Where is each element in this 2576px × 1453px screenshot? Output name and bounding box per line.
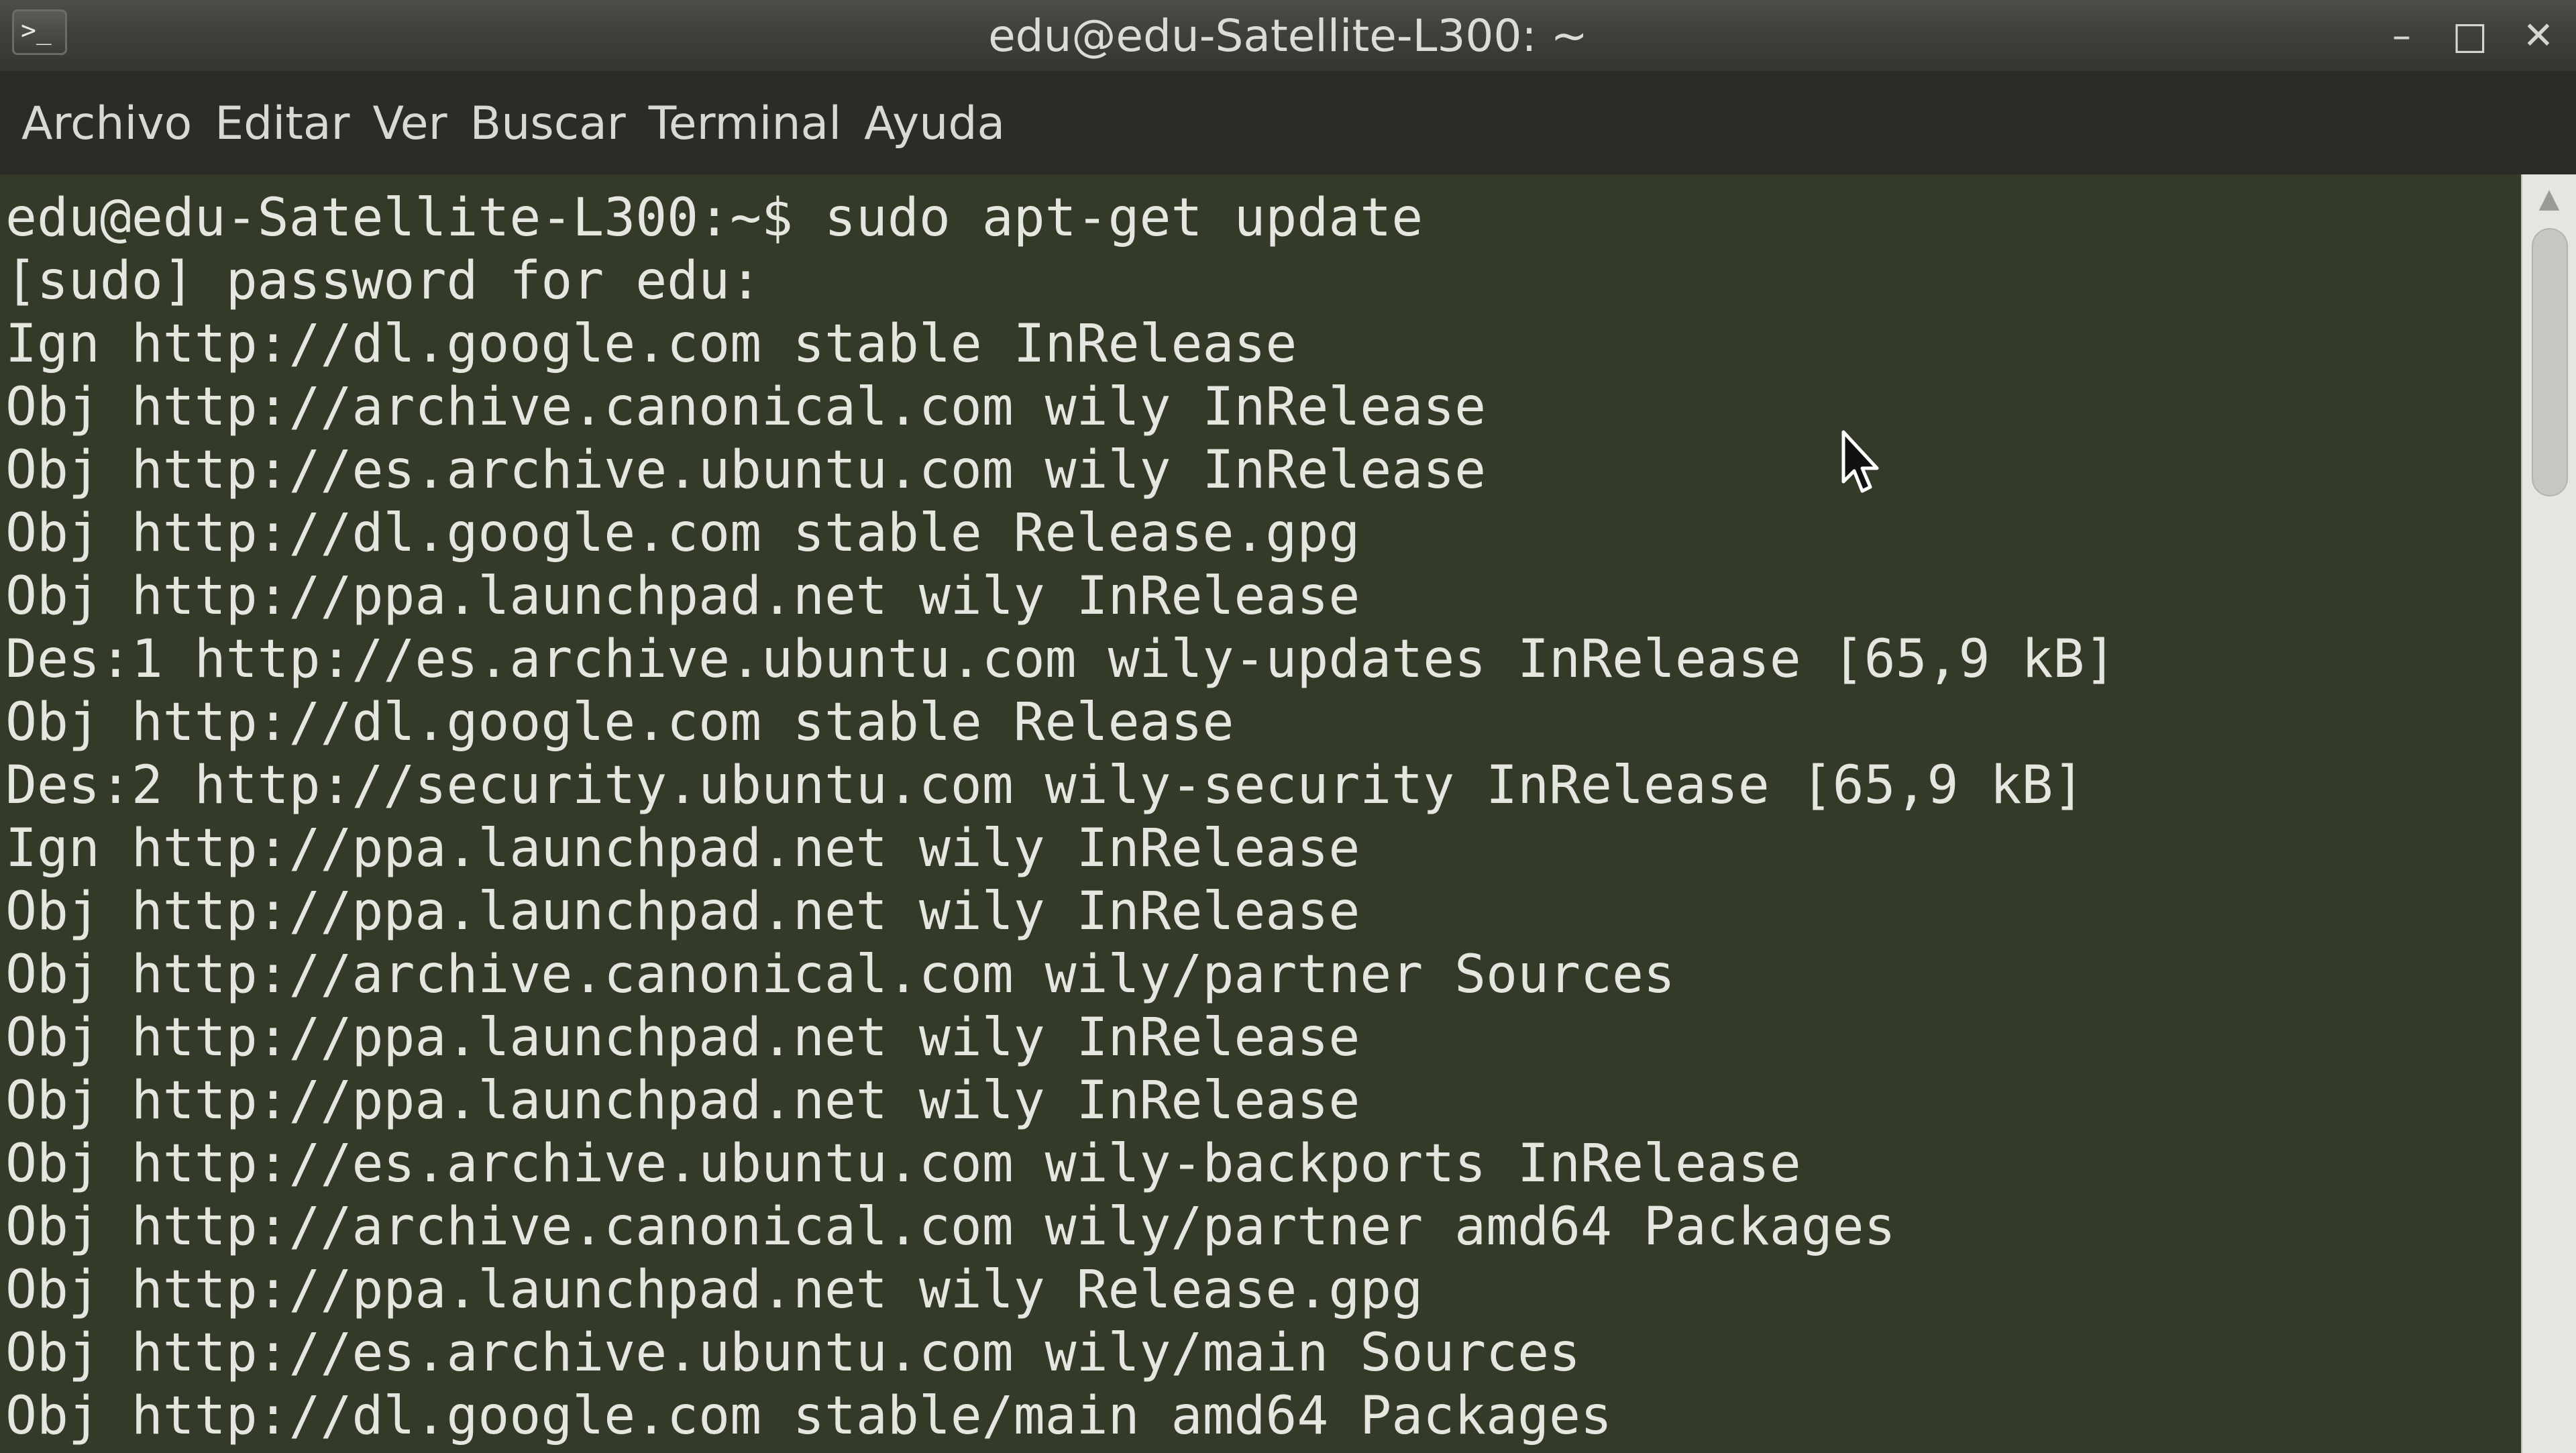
terminal-line: Des:1 http://es.archive.ubuntu.com wily-… [5, 629, 2116, 690]
title-bar[interactable]: >_ edu@edu-Satellite-L300: ~ – □ ✕ [0, 0, 2576, 72]
scrollbar-thumb[interactable] [2532, 228, 2568, 496]
terminal-line: Obj http://es.archive.ubuntu.com wily/ma… [5, 1323, 1580, 1383]
menu-editar[interactable]: Editar [215, 97, 350, 150]
terminal-line: Obj http://ppa.launchpad.net wily InRele… [5, 566, 1360, 627]
terminal-line: edu@edu-Satellite-L300:~$ sudo apt-get u… [5, 188, 1424, 248]
window-title: edu@edu-Satellite-L300: ~ [988, 10, 1588, 62]
terminal-line: Obj http://dl.google.com stable Release.… [5, 503, 1360, 563]
terminal-line: Obj http://es.archive.ubuntu.com wily-ba… [5, 1134, 1801, 1194]
close-icon[interactable]: ✕ [2517, 13, 2560, 59]
menu-ayuda[interactable]: Ayuda [864, 97, 1005, 150]
terminal-line: Obj http://dl.google.com stable/main amd… [5, 1386, 1612, 1446]
menu-buscar[interactable]: Buscar [470, 97, 626, 150]
terminal-line: Obj http://dl.google.com stable Release [5, 692, 1234, 753]
menu-ver[interactable]: Ver [373, 97, 447, 150]
terminal-line: Obj http://ppa.launchpad.net wily Releas… [5, 1260, 1424, 1320]
terminal-line: Ign http://ppa.launchpad.net wily InRele… [5, 818, 1360, 879]
terminal-output[interactable]: edu@edu-Satellite-L300:~$ sudo apt-get u… [0, 174, 2521, 1453]
window-controls: – □ ✕ [2380, 13, 2560, 59]
terminal-line: Ign http://dl.google.com stable InReleas… [5, 314, 1297, 374]
terminal-window: >_ edu@edu-Satellite-L300: ~ – □ ✕ Archi… [0, 0, 2576, 1453]
menu-terminal[interactable]: Terminal [649, 97, 841, 150]
terminal-line: Obj http://ppa.launchpad.net wily InRele… [5, 881, 1360, 942]
terminal-line: Obj http://archive.canonical.com wily In… [5, 377, 1487, 437]
menu-bar: Archivo Editar Ver Buscar Terminal Ayuda [0, 72, 2576, 174]
minimize-icon[interactable]: – [2380, 13, 2423, 59]
terminal-line: Obj http://archive.canonical.com wily/pa… [5, 945, 1675, 1005]
terminal-lines: edu@edu-Satellite-L300:~$ sudo apt-get u… [0, 174, 2521, 1448]
terminal-line: Obj http://archive.canonical.com wily/pa… [5, 1197, 1896, 1257]
terminal-line: [sudo] password for edu: [5, 251, 762, 311]
terminal-line: Obj http://ppa.launchpad.net wily InRele… [5, 1008, 1360, 1068]
mouse-pointer-icon [1841, 430, 1879, 493]
maximize-icon[interactable]: □ [2449, 13, 2491, 59]
terminal-line: Des:2 http://security.ubuntu.com wily-se… [5, 755, 2085, 816]
menu-archivo[interactable]: Archivo [21, 97, 192, 150]
terminal-line: Obj http://es.archive.ubuntu.com wily In… [5, 440, 1487, 500]
chevron-up-icon[interactable]: ▲ [2522, 180, 2576, 217]
terminal-line: Obj http://ppa.launchpad.net wily InRele… [5, 1071, 1360, 1131]
vertical-scrollbar[interactable]: ▲ [2521, 174, 2576, 1453]
